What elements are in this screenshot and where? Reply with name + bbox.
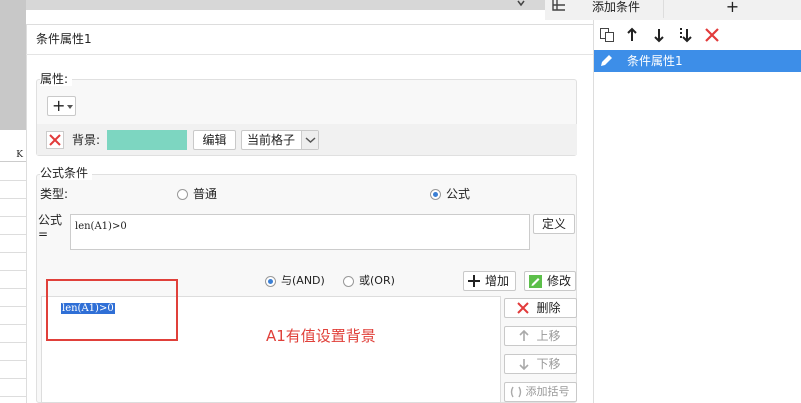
add-condition-label: 增加 <box>485 274 510 288</box>
delete-x-icon <box>517 302 529 314</box>
delete-icon[interactable] <box>704 27 720 43</box>
add-tab-button[interactable]: + <box>663 0 801 18</box>
modify-button[interactable]: 修改 <box>524 271 576 291</box>
dialog-title: 条件属性1 <box>36 32 92 46</box>
scope-value: 当前格子 <box>247 133 296 147</box>
column-header[interactable]: K <box>0 148 26 162</box>
add-bracket-label: 添加括号 <box>525 385 570 398</box>
condition-list-panel <box>593 20 801 403</box>
row-line <box>0 360 26 361</box>
dropdown-arrow-icon <box>67 105 73 110</box>
row-line <box>0 180 26 181</box>
radio-and[interactable] <box>265 276 276 287</box>
radio-formula[interactable] <box>430 189 441 200</box>
modify-icon <box>528 274 543 289</box>
spreadsheet-header-area <box>0 0 26 130</box>
move-up-button[interactable]: 上移 <box>504 326 577 346</box>
row-line <box>0 216 26 217</box>
background-label: 背景: <box>72 133 101 147</box>
add-attribute-label: + <box>52 96 66 115</box>
chevron-down-icon <box>301 131 318 149</box>
row-line <box>0 270 26 271</box>
radio-normal-label: 普通 <box>193 187 218 201</box>
list-item-label: 条件属性1 <box>627 54 683 68</box>
add-bracket-button[interactable]: 添加括号 <box>504 382 577 402</box>
row-line <box>0 396 26 397</box>
radio-normal[interactable] <box>177 189 188 200</box>
row-line <box>0 288 26 289</box>
row-line <box>0 234 26 235</box>
list-item[interactable]: 条件属性1 <box>594 50 801 72</box>
plus-icon <box>468 275 480 287</box>
copy-icon[interactable] <box>599 27 615 43</box>
remove-attribute-icon[interactable] <box>46 131 64 149</box>
define-button[interactable]: 定义 <box>533 214 575 234</box>
annotation-text: A1有值设置背景 <box>266 327 376 345</box>
modify-label: 修改 <box>547 274 572 288</box>
row-line <box>0 306 26 307</box>
radio-and-label: 与(AND) <box>281 274 325 287</box>
tab-add-condition[interactable]: 添加条件 <box>592 0 663 18</box>
edit-button[interactable]: 编辑 <box>193 130 236 150</box>
type-label: 类型: <box>40 187 69 201</box>
move-up-label: 上移 <box>536 329 561 343</box>
up-arrow-icon <box>519 330 529 342</box>
background-color-swatch[interactable] <box>107 130 187 150</box>
move-up-icon[interactable] <box>625 27 639 43</box>
radio-or-label: 或(OR) <box>359 274 395 287</box>
divider <box>26 54 593 55</box>
grid-layout-icon[interactable] <box>551 0 567 14</box>
scope-select[interactable]: 当前格子 <box>241 130 319 150</box>
annotation-box <box>46 279 178 341</box>
move-to-bottom-icon[interactable] <box>677 27 693 43</box>
radio-or[interactable] <box>343 276 354 287</box>
down-arrow-icon <box>519 358 529 370</box>
formula-section-label: 公式条件 <box>40 166 92 180</box>
delete-button[interactable]: 删除 <box>504 298 577 318</box>
row-line <box>0 378 26 379</box>
bracket-icon <box>509 386 523 398</box>
delete-label: 删除 <box>536 301 561 315</box>
row-line <box>0 324 26 325</box>
expand-arrows-icon[interactable] <box>516 0 530 8</box>
attributes-label: 属性: <box>40 72 72 86</box>
move-down-button[interactable]: 下移 <box>504 354 577 374</box>
move-down-icon[interactable] <box>652 27 666 43</box>
formula-label: 公式= <box>38 213 63 241</box>
formula-input[interactable]: len(A1)>0 <box>70 214 530 250</box>
radio-formula-label: 公式 <box>446 187 471 201</box>
row-line <box>0 342 26 343</box>
add-condition-button[interactable]: 增加 <box>463 271 516 291</box>
spreadsheet-toolbar-strip <box>0 0 545 10</box>
add-attribute-button[interactable]: + <box>47 96 76 116</box>
row-line <box>0 198 26 199</box>
row-line <box>0 252 26 253</box>
edit-pencil-icon <box>598 53 614 69</box>
move-down-label: 下移 <box>536 357 561 371</box>
